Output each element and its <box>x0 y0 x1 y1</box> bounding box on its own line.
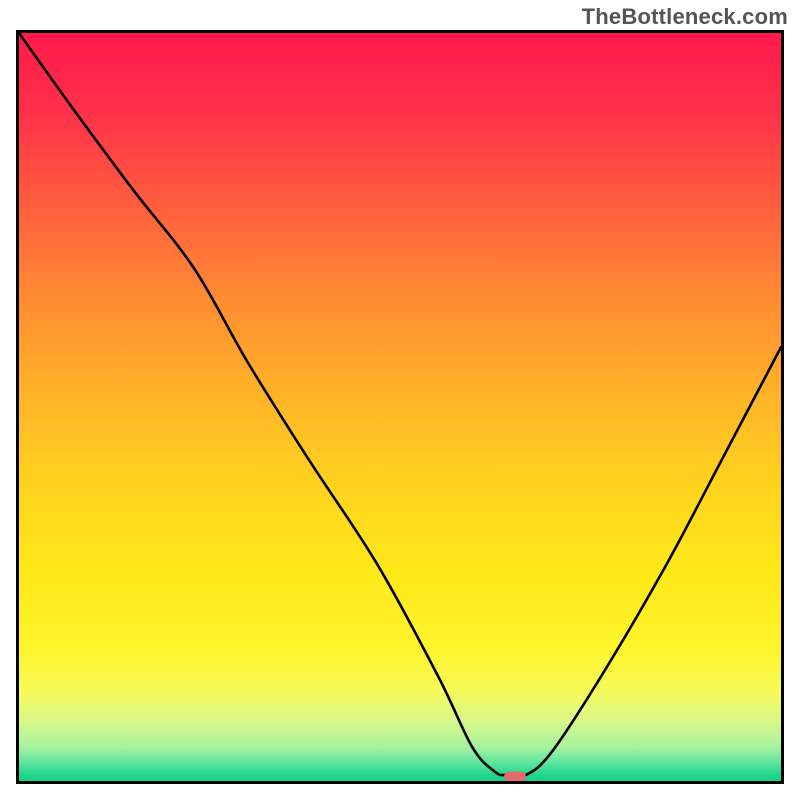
chart-stage: TheBottleneck.com <box>0 0 800 800</box>
watermark-text: TheBottleneck.com <box>582 4 788 30</box>
optimal-point-marker <box>504 771 526 782</box>
bottleneck-curve <box>19 33 781 781</box>
plot-area <box>16 30 784 784</box>
